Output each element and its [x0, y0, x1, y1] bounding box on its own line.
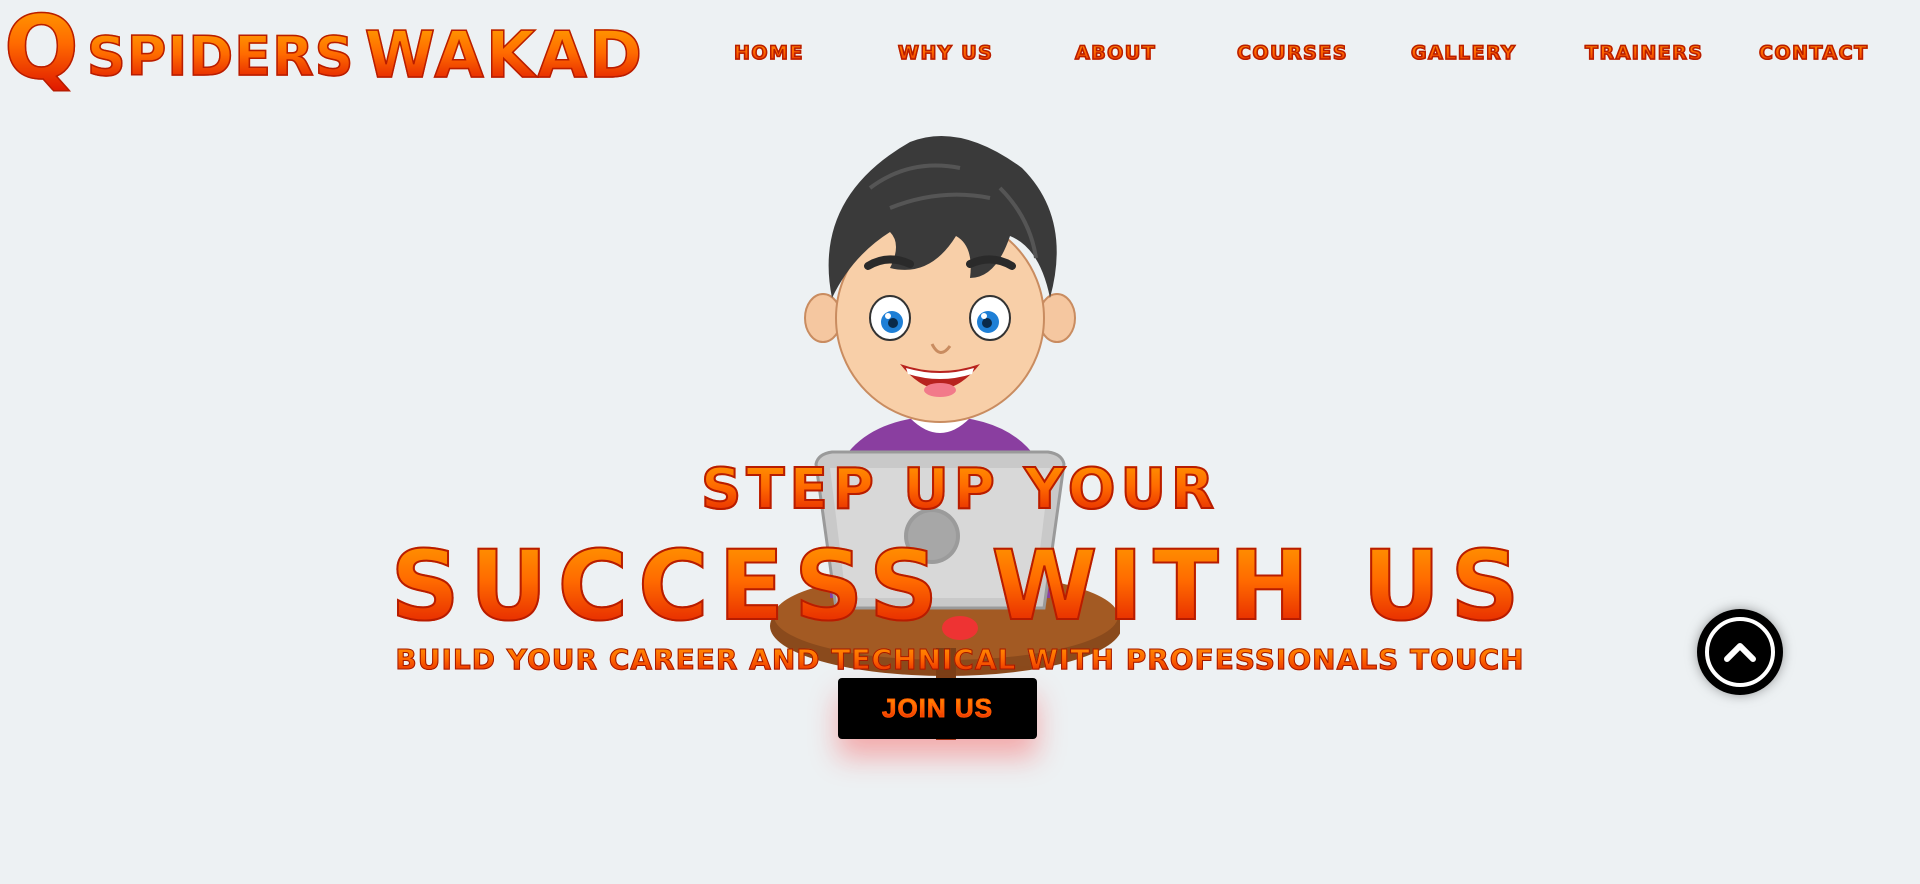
scroll-to-top-ring [1705, 617, 1775, 687]
scroll-to-top-button[interactable] [1700, 612, 1780, 692]
chevron-up-icon [1724, 643, 1756, 662]
nav-courses[interactable]: COURSES [1236, 38, 1348, 68]
hero-subtitle: BUILD YOUR CAREER AND TECHNICAL WITH PRO… [0, 642, 1920, 678]
join-us-label: JOIN US [881, 693, 994, 724]
nav-contact[interactable]: CONTACT [1758, 38, 1869, 68]
hero-headline: SUCCESS WITH US [0, 535, 1920, 637]
nav-about[interactable]: ABOUT [1074, 38, 1156, 68]
nav-trainers[interactable]: TRAINERS [1584, 38, 1704, 68]
join-us-button[interactable]: JOIN US [838, 678, 1037, 739]
nav-gallery[interactable]: GALLERY [1410, 38, 1516, 68]
hero-line-1: STEP UP YOUR [0, 457, 1920, 523]
main-nav: HOME WHY US ABOUT COURSES GALLERY TRAINE… [0, 38, 1920, 68]
site-header: Q SPIDERS WAKAD HOME WHY US ABOUT COURSE… [0, 0, 1920, 110]
nav-home[interactable]: HOME [733, 38, 804, 68]
nav-why-us[interactable]: WHY US [897, 38, 993, 68]
